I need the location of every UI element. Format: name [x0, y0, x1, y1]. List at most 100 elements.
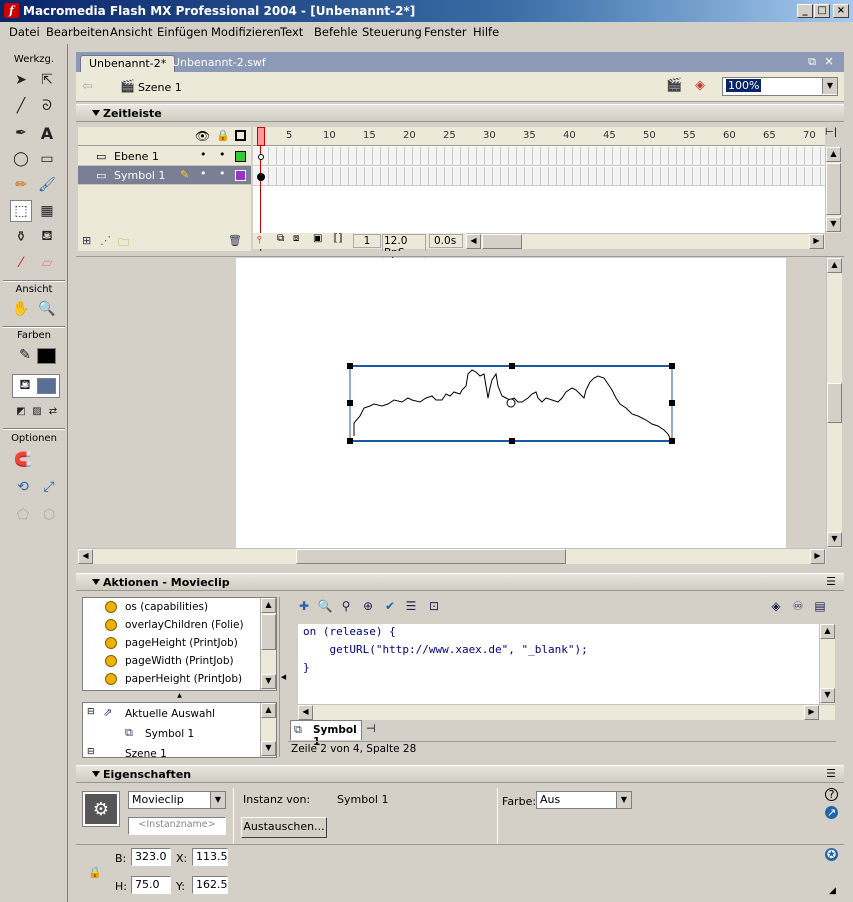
- onion-markers-icon[interactable]: ⟦⟧: [333, 233, 343, 244]
- swap-colors-icon[interactable]: ⇄: [42, 400, 64, 422]
- eyedropper-tool-icon[interactable]: ⁄: [10, 252, 32, 274]
- list-item[interactable]: os (capabilities): [125, 601, 208, 613]
- lock-dot[interactable]: •: [219, 167, 226, 180]
- code-hint-icon[interactable]: ⊡: [426, 598, 442, 614]
- doc-close-icon[interactable]: ×: [824, 54, 834, 68]
- stage[interactable]: [236, 258, 786, 548]
- stage-vscroll[interactable]: ▲ ▼: [826, 258, 842, 548]
- edit-icon[interactable]: ↗: [825, 806, 838, 819]
- view-options-icon[interactable]: ▤: [812, 598, 828, 614]
- split-handle[interactable]: ▲: [82, 692, 277, 700]
- stage-hscroll[interactable]: ◀ ▶: [78, 548, 826, 564]
- minimize-button[interactable]: _: [797, 4, 813, 18]
- layer-row-symbol-1[interactable]: ▭ Symbol 1 ✎ • •: [78, 166, 251, 185]
- panel-options-icon[interactable]: ☰: [826, 767, 836, 780]
- ink-bottle-tool-icon[interactable]: ⚱: [10, 226, 32, 248]
- color-effect-select[interactable]: Aus ▼: [536, 791, 632, 809]
- edit-multiple-icon[interactable]: ▣: [313, 233, 322, 244]
- frame-row-symbol-1[interactable]: [253, 167, 825, 186]
- x-field[interactable]: 113.5: [192, 848, 228, 866]
- replace-icon[interactable]: ⚲: [338, 598, 354, 614]
- free-transform-tool-icon[interactable]: ⬚: [10, 200, 32, 222]
- reference-icon[interactable]: ◈: [768, 598, 784, 614]
- tree-item-current-selection[interactable]: Aktuelle Auswahl: [125, 708, 215, 720]
- maximize-button[interactable]: □: [814, 4, 830, 18]
- timeline-menu-icon[interactable]: ⊢|: [825, 127, 837, 138]
- width-field[interactable]: 323.0: [131, 848, 171, 866]
- instance-name-field[interactable]: <Instanzname>: [128, 817, 226, 835]
- delete-layer-icon[interactable]: 🗑: [228, 234, 242, 247]
- rotate-skew-icon[interactable]: ⟲: [12, 476, 34, 498]
- properties-header[interactable]: Eigenschaften ☰: [76, 765, 844, 783]
- distort-icon[interactable]: ⬠: [12, 504, 34, 526]
- height-field[interactable]: 75.0: [131, 876, 171, 894]
- hand-tool-icon[interactable]: ✋: [10, 298, 32, 320]
- pin-script-icon[interactable]: ⊣: [366, 722, 376, 735]
- keyframe-filled[interactable]: [257, 173, 265, 181]
- pencil-tool-icon[interactable]: ✏: [10, 174, 32, 196]
- add-guide-icon[interactable]: ⋰: [100, 234, 111, 247]
- menu-hilfe[interactable]: Hilfe: [473, 25, 499, 39]
- onion-skin-icon[interactable]: ⧉: [277, 233, 284, 244]
- constrain-lock-icon[interactable]: 🔒: [88, 866, 102, 879]
- scale-icon[interactable]: ⤢: [38, 476, 60, 498]
- collapse-icon[interactable]: ⊟: [87, 707, 95, 717]
- tree-item-scene-1[interactable]: Szene 1: [125, 748, 167, 760]
- timeline-vscroll[interactable]: ▲ ▼: [825, 147, 841, 233]
- frame-row-ebene-1[interactable]: [253, 147, 825, 166]
- actions-header[interactable]: Aktionen - Movieclip ☰: [76, 573, 844, 591]
- list-item[interactable]: overlayChildren (Folie): [125, 619, 244, 631]
- visibility-dot[interactable]: •: [200, 148, 207, 161]
- menu-befehle[interactable]: Befehle: [314, 25, 358, 39]
- find-icon[interactable]: 🔍: [317, 598, 333, 614]
- layer-color-swatch[interactable]: [235, 151, 246, 162]
- auto-format-icon[interactable]: ☰: [403, 598, 419, 614]
- oval-tool-icon[interactable]: ◯: [10, 148, 32, 170]
- menu-bearbeiten[interactable]: Bearbeiten: [46, 25, 109, 39]
- menu-datei[interactable]: Datei: [9, 25, 40, 39]
- subselect-tool-icon[interactable]: ⇱: [36, 69, 58, 91]
- y-field[interactable]: 162.5: [192, 876, 228, 894]
- envelope-icon[interactable]: ⬡: [38, 504, 60, 526]
- layer-row-ebene-1[interactable]: ▭ Ebene 1 • •: [78, 147, 251, 166]
- keyframe-empty[interactable]: [258, 154, 264, 160]
- fill-color-swatch[interactable]: [37, 378, 56, 394]
- tab-unbenannt-2-swf[interactable]: Unbenannt-2.swf: [164, 55, 274, 72]
- snap-magnet-icon[interactable]: 🧲: [12, 449, 34, 471]
- timeline-frames[interactable]: 1 5 10 15 20 25 30 35 40 45 50 55 60 65 …: [253, 127, 825, 252]
- fill-transform-tool-icon[interactable]: ▦: [36, 200, 58, 222]
- brush-tool-icon[interactable]: 🖌: [36, 174, 58, 196]
- close-button[interactable]: ×: [833, 4, 849, 18]
- line-tool-icon[interactable]: ╱: [10, 95, 32, 117]
- timeline-header[interactable]: Zeitleiste: [76, 104, 844, 122]
- text-tool-icon[interactable]: A: [36, 122, 58, 144]
- check-syntax-icon[interactable]: ✔: [382, 598, 398, 614]
- code-hscroll[interactable]: ◀ ▶: [298, 704, 835, 720]
- menu-fenster[interactable]: Fenster: [424, 25, 467, 39]
- playhead-marker[interactable]: [257, 127, 265, 146]
- arrow-tool-icon[interactable]: ➤: [10, 69, 32, 91]
- accessibility-icon[interactable]: ✪: [825, 848, 838, 861]
- swap-button[interactable]: Austauschen...: [241, 817, 327, 838]
- outline-icon[interactable]: [235, 130, 246, 141]
- paint-bucket-tool-icon[interactable]: ⛾: [36, 226, 58, 248]
- script-navigator[interactable]: ⊟ ⇗ Aktuelle Auswahl ⧉ Symbol 1 ⊟ Szene …: [82, 702, 277, 760]
- menu-steuerung[interactable]: Steuerung: [362, 25, 422, 39]
- timeline-hscroll[interactable]: ◀ ▶: [466, 233, 825, 249]
- zoom-tool-icon[interactable]: 🔍: [36, 298, 58, 320]
- actions-toolbox-list[interactable]: os (capabilities) overlayChildren (Folie…: [82, 597, 277, 691]
- layer-color-swatch[interactable]: [235, 170, 246, 181]
- insert-layer-icon[interactable]: ⊞: [82, 234, 91, 247]
- list-item[interactable]: pageHeight (PrintJob): [125, 637, 238, 649]
- zoom-select[interactable]: 100% ▼: [722, 77, 838, 96]
- onion-outline-icon[interactable]: ⧈: [293, 233, 299, 244]
- toolbox-collapse-handle[interactable]: ◀: [279, 597, 287, 757]
- pen-tool-icon[interactable]: ✒: [10, 122, 32, 144]
- menu-text[interactable]: Text: [280, 25, 303, 39]
- symbol-type-select[interactable]: Movieclip ▼: [128, 791, 226, 809]
- list-item[interactable]: pageWidth (PrintJob): [125, 655, 234, 667]
- back-arrow-icon[interactable]: ⇦: [82, 79, 93, 94]
- stroke-color-swatch[interactable]: [37, 348, 56, 364]
- skyline-movieclip[interactable]: [236, 258, 786, 548]
- tree-item-symbol-1[interactable]: Symbol 1: [145, 728, 194, 740]
